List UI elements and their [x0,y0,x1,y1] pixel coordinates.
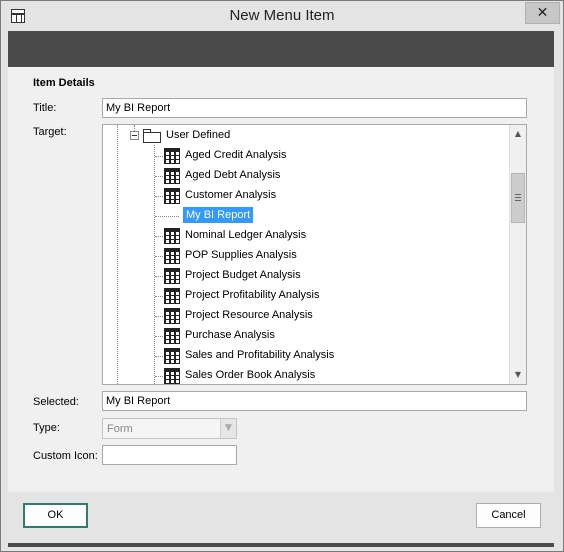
tree-node-label: Purchase Analysis [185,329,275,341]
type-select: Form ▼ [102,418,237,439]
tree-node[interactable]: Aged Credit Analysis [103,146,508,166]
tree-branch-line [155,296,163,297]
tree-node[interactable]: Purchase Analysis [103,326,508,346]
report-grid-icon [164,288,180,304]
tree-node[interactable]: Aged Debt Analysis [103,166,508,186]
tree-node[interactable]: Project Profitability Analysis [103,286,508,306]
tree-node-label: Project Budget Analysis [185,269,301,281]
scroll-up-icon[interactable]: ▲ [510,126,526,142]
tree-branch-line [155,156,163,157]
footer-strip [8,543,554,547]
section-title: Item Details [33,77,95,89]
collapse-toggle-icon[interactable] [130,131,139,140]
tree-node-label: My BI Report [183,207,254,223]
title-label: Title: [33,102,57,114]
report-grid-icon [164,168,180,184]
title-bar[interactable]: New Menu Item ✕ [1,1,563,32]
type-label: Type: [33,422,60,434]
report-grid-icon [164,188,180,204]
tree-node[interactable]: Project Budget Analysis [103,266,508,286]
tree-node-label: User Defined [166,129,231,141]
tree-branch-line [155,336,163,337]
ok-button[interactable]: OK [23,503,88,528]
close-button[interactable]: ✕ [525,2,560,24]
tree-scrollbar[interactable]: ▲ ▼ [509,125,526,384]
tree-branch-line [155,376,163,377]
tree-branch-line [155,356,163,357]
report-grid-icon [164,148,180,164]
tree-node-label: Sales and Profitability Analysis [185,349,335,361]
report-grid-icon [164,328,180,344]
target-tree[interactable]: User Defined Aged Credit Analysis Aged De… [102,124,527,385]
selected-input[interactable]: My BI Report [102,391,527,411]
tree-node[interactable]: Sales and Profitability Analysis [103,346,508,366]
tree-node-label: Customer Analysis [185,189,277,201]
tree-branch-line [155,256,163,257]
tree-node[interactable]: My BI Report [103,206,508,226]
tree-branch-line [155,176,163,177]
tree-node[interactable]: Customer Analysis [103,186,508,206]
tree-branch-line [155,216,179,217]
tree-node-label: Aged Debt Analysis [185,169,281,181]
tree-node-label: Nominal Ledger Analysis [185,229,307,241]
cancel-button[interactable]: Cancel [476,503,541,528]
header-bar [8,31,554,67]
tree-branch-line [155,276,163,277]
selected-label: Selected: [33,396,79,408]
scroll-down-icon[interactable]: ▼ [510,367,526,383]
tree-node-label: POP Supplies Analysis [185,249,297,261]
type-select-value: Form [107,423,133,435]
tree-node[interactable]: POP Supplies Analysis [103,246,508,266]
tree-node[interactable]: Nominal Ledger Analysis [103,226,508,246]
tree-node[interactable]: Sales Order Book Analysis [103,366,508,384]
tree-branch-line [155,316,163,317]
tree-node-label: Sales Order Book Analysis [185,369,316,381]
tree-node-label: Project Resource Analysis [185,309,313,321]
tree-node-label: Aged Credit Analysis [185,149,287,161]
report-grid-icon [164,368,180,384]
folder-icon [143,129,162,143]
custom-icon-input[interactable] [102,445,237,465]
title-input[interactable]: My BI Report [102,98,527,118]
report-grid-icon [164,228,180,244]
tree-node[interactable]: Project Resource Analysis [103,306,508,326]
tree-branch-line [155,236,163,237]
custom-icon-label: Custom Icon: [33,450,98,462]
window-title: New Menu Item [229,7,335,24]
chevron-down-icon: ▼ [220,419,236,438]
target-label: Target: [33,126,67,138]
grip-icon [515,194,521,201]
tree-node-user-defined[interactable]: User Defined [103,126,508,146]
report-grid-icon [164,348,180,364]
report-grid-icon [164,248,180,264]
button-bar [8,492,554,544]
tree-branch-line [155,196,163,197]
scroll-thumb[interactable] [511,173,525,223]
tree-node-label: Project Profitability Analysis [185,289,320,301]
report-grid-icon [164,268,180,284]
report-grid-icon [164,308,180,324]
